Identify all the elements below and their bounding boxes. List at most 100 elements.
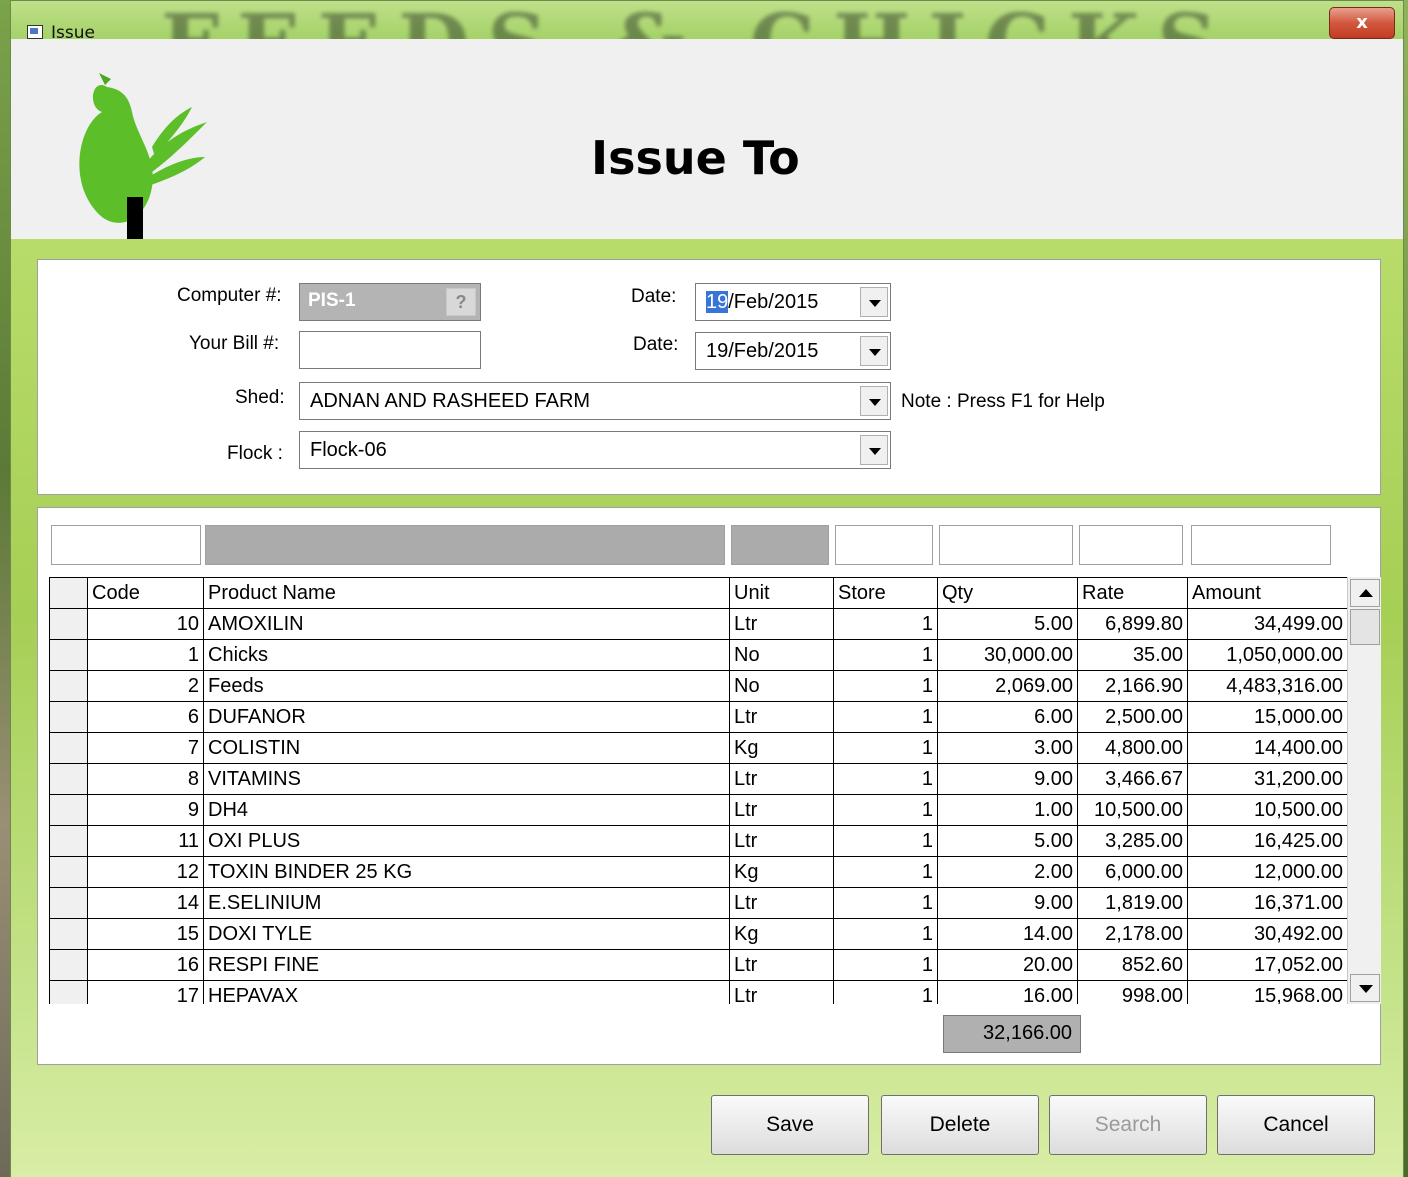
save-button[interactable]: Save — [711, 1095, 869, 1155]
table-row[interactable]: 2 Feeds No 1 2,069.00 2,166.90 4,483,316.00 — [49, 670, 1348, 702]
row-selector[interactable] — [49, 701, 88, 733]
cell-qty[interactable]: 14.00 — [937, 918, 1078, 950]
cell-rate[interactable]: 35.00 — [1077, 639, 1188, 671]
cell-amount[interactable]: 17,052.00 — [1187, 949, 1348, 981]
row-selector[interactable] — [49, 980, 88, 1004]
cell-qty[interactable]: 16.00 — [937, 980, 1078, 1004]
cell-code[interactable]: 8 — [87, 763, 204, 795]
column-header-unit[interactable]: Unit — [729, 577, 834, 609]
cell-unit[interactable]: Ltr — [729, 980, 834, 1004]
table-row[interactable]: 17 HEPAVAX Ltr 1 16.00 998.00 15,968.00 — [49, 980, 1348, 1004]
cell-product-name[interactable]: OXI PLUS — [203, 825, 730, 857]
table-row[interactable]: 7 COLISTIN Kg 1 3.00 4,800.00 14,400.00 — [49, 732, 1348, 764]
cell-product-name[interactable]: DOXI TYLE — [203, 918, 730, 950]
cell-product-name[interactable]: AMOXILIN — [203, 608, 730, 640]
cell-unit[interactable]: Ltr — [729, 701, 834, 733]
cell-unit[interactable]: Ltr — [729, 887, 834, 919]
filter-rate-input[interactable] — [1079, 525, 1183, 565]
cell-amount[interactable]: 14,400.00 — [1187, 732, 1348, 764]
cell-unit[interactable]: Kg — [729, 732, 834, 764]
cell-store[interactable]: 1 — [833, 732, 938, 764]
cell-unit[interactable]: No — [729, 670, 834, 702]
cell-qty[interactable]: 3.00 — [937, 732, 1078, 764]
cell-product-name[interactable]: DUFANOR — [203, 701, 730, 733]
cell-rate[interactable]: 852.60 — [1077, 949, 1188, 981]
cell-rate[interactable]: 2,178.00 — [1077, 918, 1188, 950]
cell-unit[interactable]: Ltr — [729, 949, 834, 981]
cell-code[interactable]: 1 — [87, 639, 204, 671]
cell-rate[interactable]: 1,819.00 — [1077, 887, 1188, 919]
cell-amount[interactable]: 16,425.00 — [1187, 825, 1348, 857]
table-row[interactable]: 8 VITAMINS Ltr 1 9.00 3,466.67 31,200.00 — [49, 763, 1348, 795]
date1-picker[interactable]: 19/Feb/2015 — [695, 283, 891, 321]
column-header-amount[interactable]: Amount — [1187, 577, 1348, 609]
cell-qty[interactable]: 5.00 — [937, 825, 1078, 857]
flock-select[interactable]: Flock-06 — [299, 431, 891, 469]
cell-product-name[interactable]: E.SELINIUM — [203, 887, 730, 919]
cell-code[interactable]: 6 — [87, 701, 204, 733]
cell-rate[interactable]: 998.00 — [1077, 980, 1188, 1004]
cell-store[interactable]: 1 — [833, 794, 938, 826]
cell-product-name[interactable]: Feeds — [203, 670, 730, 702]
column-header-store[interactable]: Store — [833, 577, 938, 609]
grid-vertical-scrollbar[interactable] — [1347, 577, 1381, 1004]
cell-amount[interactable]: 34,499.00 — [1187, 608, 1348, 640]
table-row[interactable]: 15 DOXI TYLE Kg 1 14.00 2,178.00 30,492.00 — [49, 918, 1348, 950]
row-selector[interactable] — [49, 794, 88, 826]
close-button[interactable]: x — [1329, 7, 1395, 39]
cell-store[interactable]: 1 — [833, 980, 938, 1004]
cell-store[interactable]: 1 — [833, 763, 938, 795]
cell-rate[interactable]: 3,466.67 — [1077, 763, 1188, 795]
table-row[interactable]: 11 OXI PLUS Ltr 1 5.00 3,285.00 16,425.00 — [49, 825, 1348, 857]
table-row[interactable]: 12 TOXIN BINDER 25 KG Kg 1 2.00 6,000.00 12,00… — [49, 856, 1348, 888]
cell-product-name[interactable]: TOXIN BINDER 25 KG — [203, 856, 730, 888]
column-header-product-name[interactable]: Product Name — [203, 577, 730, 609]
cell-product-name[interactable]: DH4 — [203, 794, 730, 826]
cell-amount[interactable]: 15,968.00 — [1187, 980, 1348, 1004]
cancel-button[interactable]: Cancel — [1217, 1095, 1375, 1155]
cell-unit[interactable]: Ltr — [729, 608, 834, 640]
cell-code[interactable]: 14 — [87, 887, 204, 919]
bill-number-input[interactable] — [299, 331, 481, 369]
cell-rate[interactable]: 4,800.00 — [1077, 732, 1188, 764]
cell-code[interactable]: 10 — [87, 608, 204, 640]
search-button[interactable]: Search — [1049, 1095, 1207, 1155]
shed-dropdown-icon[interactable] — [860, 386, 888, 416]
items-grid-viewport[interactable]: Code Product Name Unit Store Qty Rate Am… — [49, 577, 1349, 1004]
filter-code-input[interactable] — [51, 525, 201, 565]
cell-unit[interactable]: Kg — [729, 918, 834, 950]
table-row[interactable]: 14 E.SELINIUM Ltr 1 9.00 1,819.00 16,371.00 — [49, 887, 1348, 919]
cell-product-name[interactable]: Chicks — [203, 639, 730, 671]
cell-rate[interactable]: 2,166.90 — [1077, 670, 1188, 702]
row-selector[interactable] — [49, 732, 88, 764]
cell-code[interactable]: 9 — [87, 794, 204, 826]
cell-amount[interactable]: 10,500.00 — [1187, 794, 1348, 826]
date2-picker[interactable]: 19/Feb/2015 — [695, 332, 891, 370]
cell-rate[interactable]: 10,500.00 — [1077, 794, 1188, 826]
scroll-up-icon[interactable] — [1350, 579, 1380, 607]
cell-amount[interactable]: 16,371.00 — [1187, 887, 1348, 919]
cell-store[interactable]: 1 — [833, 825, 938, 857]
row-selector[interactable] — [49, 887, 88, 919]
row-selector[interactable] — [49, 825, 88, 857]
cell-unit[interactable]: Kg — [729, 856, 834, 888]
cell-product-name[interactable]: COLISTIN — [203, 732, 730, 764]
table-row[interactable]: 6 DUFANOR Ltr 1 6.00 2,500.00 15,000.00 — [49, 701, 1348, 733]
cell-store[interactable]: 1 — [833, 949, 938, 981]
cell-qty[interactable]: 2,069.00 — [937, 670, 1078, 702]
cell-code[interactable]: 17 — [87, 980, 204, 1004]
cell-qty[interactable]: 20.00 — [937, 949, 1078, 981]
column-header-qty[interactable]: Qty — [937, 577, 1078, 609]
cell-rate[interactable]: 6,899.80 — [1077, 608, 1188, 640]
filter-qty-input[interactable] — [939, 525, 1073, 565]
table-row[interactable]: 9 DH4 Ltr 1 1.00 10,500.00 10,500.00 — [49, 794, 1348, 826]
cell-store[interactable]: 1 — [833, 639, 938, 671]
cell-amount[interactable]: 15,000.00 — [1187, 701, 1348, 733]
column-header-code[interactable]: Code — [87, 577, 204, 609]
filter-store-input[interactable] — [835, 525, 933, 565]
column-header-rate[interactable]: Rate — [1077, 577, 1188, 609]
cell-store[interactable]: 1 — [833, 856, 938, 888]
cell-unit[interactable]: Ltr — [729, 825, 834, 857]
cell-store[interactable]: 1 — [833, 670, 938, 702]
cell-amount[interactable]: 12,000.00 — [1187, 856, 1348, 888]
